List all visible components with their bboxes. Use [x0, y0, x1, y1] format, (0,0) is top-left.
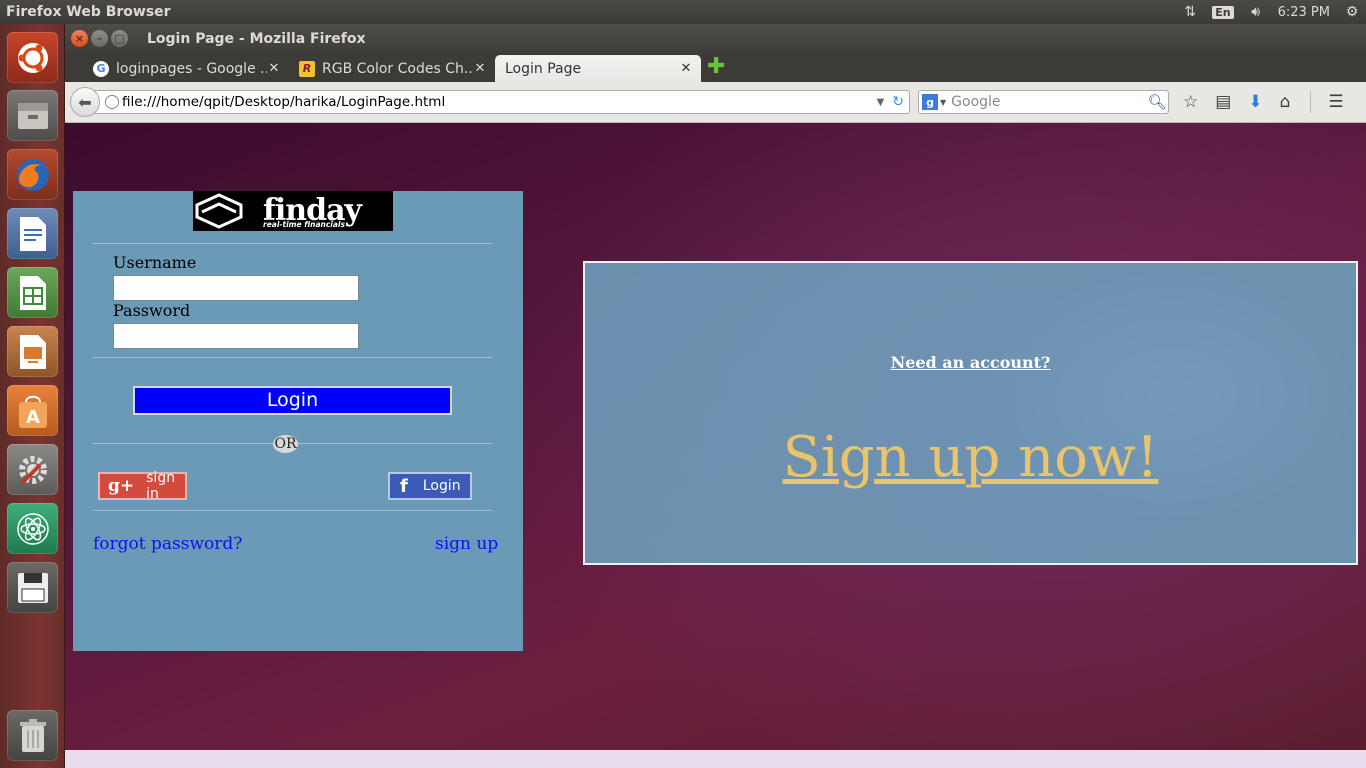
divider — [93, 243, 493, 244]
window-maximize-button[interactable]: □ — [111, 30, 128, 47]
tab-bar: G loginpages - Google ... ✕ R RGB Color … — [65, 53, 1366, 82]
system-tray: ⇅ En 🔊︎ 6:23 PM ⚙ — [1182, 4, 1360, 20]
sign-up-link[interactable]: sign up — [435, 534, 498, 554]
tab-label: loginpages - Google ... — [116, 60, 267, 77]
url-bar[interactable]: file:///home/qpit/Desktop/harika/LoginPa… — [94, 90, 910, 114]
tab-close-button[interactable]: ✕ — [473, 61, 487, 76]
facebook-login-label: Login — [422, 478, 461, 494]
back-arrow-icon: ⬅ — [78, 92, 92, 112]
launcher: A — [0, 24, 65, 768]
floppy-disk-icon[interactable] — [7, 562, 58, 613]
search-icon[interactable]: 🔍︎ — [1146, 93, 1168, 111]
window-titlebar: × – □ Login Page - Mozilla Firefox — [65, 24, 1366, 53]
login-panel: finday real-time financials Username Pas… — [73, 191, 523, 651]
toolbar-divider — [1310, 91, 1312, 113]
search-input[interactable]: Google — [951, 94, 1146, 110]
globe-icon — [105, 95, 119, 109]
tab-login-page[interactable]: Login Page ✕ — [495, 55, 701, 82]
url-text[interactable]: file:///home/qpit/Desktop/harika/LoginPa… — [122, 94, 877, 110]
active-app-name: Firefox Web Browser — [6, 4, 171, 20]
login-button[interactable]: Login — [133, 386, 452, 415]
tab-label: RGB Color Codes Ch... — [322, 60, 473, 77]
tab-close-button[interactable]: ✕ — [679, 61, 693, 76]
impress-icon[interactable] — [7, 326, 58, 377]
search-bar[interactable]: g ▼ Google 🔍︎ — [918, 90, 1169, 114]
tab-label: Login Page — [505, 60, 582, 77]
page-content: finday real-time financials Username Pas… — [65, 123, 1366, 750]
home-icon[interactable]: ⌂ — [1280, 92, 1291, 112]
navigation-toolbar: ⬅ file:///home/qpit/Desktop/harika/Login… — [65, 82, 1366, 123]
google-signin-button[interactable]: g+ sign in — [98, 470, 187, 502]
back-button[interactable]: ⬅ — [70, 87, 100, 117]
keyboard-layout-indicator[interactable]: En — [1212, 5, 1234, 19]
window-title: Login Page - Mozilla Firefox — [147, 30, 366, 47]
logo-subtitle: real-time financials — [263, 220, 345, 229]
top-panel: Firefox Web Browser ⇅ En 🔊︎ 6:23 PM ⚙ — [0, 0, 1366, 24]
tab-loginpages-google[interactable]: G loginpages - Google ... ✕ — [83, 55, 289, 82]
svg-text:A: A — [26, 407, 40, 428]
tab-close-button[interactable]: ✕ — [267, 61, 281, 76]
tab-rgb-color-codes[interactable]: R RGB Color Codes Ch... ✕ — [289, 55, 495, 82]
reading-list-icon[interactable]: ▤ — [1215, 92, 1231, 112]
window-close-button[interactable]: × — [71, 30, 88, 47]
search-engine-dropdown-icon[interactable]: ▼ — [940, 98, 946, 107]
finday-logo-mark-icon — [193, 191, 245, 231]
toolbar-icons: ☆ ▤ ⬇ ⌂ ☰ — [1183, 91, 1344, 113]
firefox-icon[interactable] — [7, 149, 58, 200]
firefox-window: × – □ Login Page - Mozilla Firefox G log… — [65, 24, 1366, 768]
google-plus-icon: g+ — [108, 476, 135, 496]
files-icon[interactable] — [7, 90, 58, 141]
hamburger-menu-icon[interactable]: ☰ — [1328, 92, 1343, 112]
google-favicon-icon: G — [93, 60, 109, 77]
username-label: Username — [113, 253, 197, 272]
ubuntu-dash-icon[interactable] — [7, 32, 58, 83]
password-input[interactable] — [113, 323, 359, 349]
network-icon[interactable]: ⇅ — [1182, 4, 1198, 20]
facebook-icon: f — [400, 475, 408, 497]
page-bottom-strip — [65, 750, 1366, 768]
divider — [93, 357, 493, 358]
reload-icon[interactable]: ↻ — [892, 94, 904, 110]
rgb-favicon-icon: R — [299, 60, 315, 77]
volume-icon[interactable]: 🔊︎ — [1248, 4, 1264, 20]
divider — [93, 510, 493, 511]
sign-up-now-link[interactable]: Sign up now! — [585, 425, 1356, 490]
clock[interactable]: 6:23 PM — [1278, 5, 1330, 20]
system-settings-icon[interactable] — [7, 444, 58, 495]
bookmark-star-icon[interactable]: ☆ — [1183, 92, 1198, 112]
finday-logo: finday real-time financials — [193, 191, 393, 231]
google-signin-label: sign in — [146, 470, 176, 502]
signup-panel: Need an account? Sign up now! — [583, 261, 1358, 565]
writer-icon[interactable] — [7, 208, 58, 259]
password-label: Password — [113, 301, 191, 320]
calc-icon[interactable] — [7, 267, 58, 318]
trash-icon[interactable] — [7, 710, 58, 761]
facebook-login-button[interactable]: f Login — [388, 472, 472, 500]
atom-icon[interactable] — [7, 503, 58, 554]
forgot-password-link[interactable]: forgot password? — [93, 534, 242, 554]
window-minimize-button[interactable]: – — [91, 30, 108, 47]
or-separator: OR — [273, 435, 298, 453]
gear-icon[interactable]: ⚙ — [1344, 4, 1360, 20]
url-history-dropdown-icon[interactable]: ▼ — [877, 97, 885, 108]
username-input[interactable] — [113, 275, 359, 301]
download-icon[interactable]: ⬇ — [1248, 92, 1262, 112]
new-tab-button[interactable]: ✚ — [707, 54, 725, 79]
google-search-engine-icon[interactable]: g — [922, 94, 938, 110]
need-account-link[interactable]: Need an account? — [585, 353, 1356, 372]
software-center-icon[interactable]: A — [7, 385, 58, 436]
